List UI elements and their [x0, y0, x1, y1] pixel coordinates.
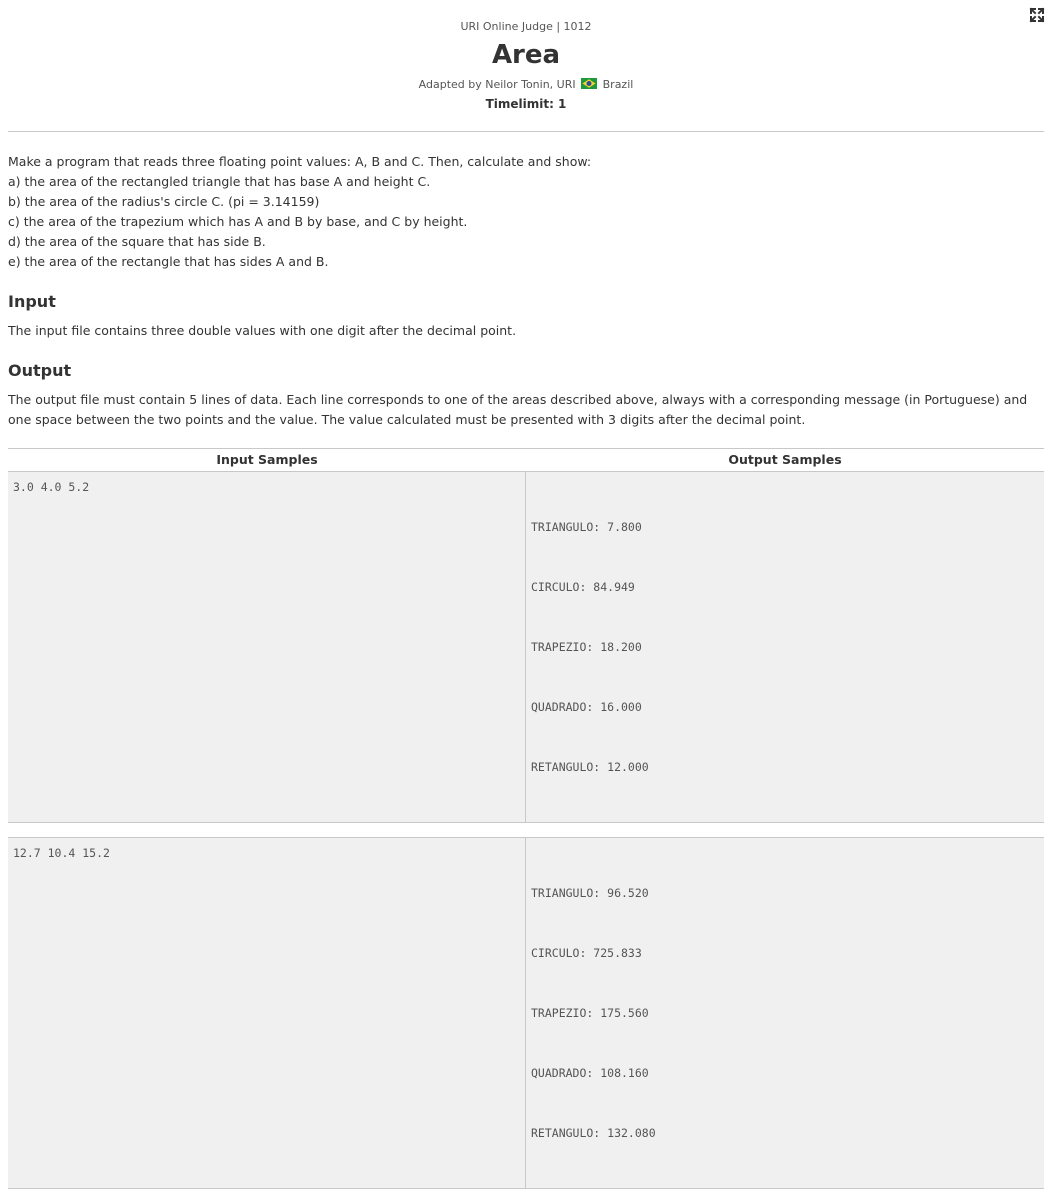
- output-samples-header: Output Samples: [728, 452, 842, 467]
- sample-output-line: RETANGULO: 132.080: [531, 1126, 656, 1140]
- sample-output-line: RETANGULO: 12.000: [531, 760, 649, 774]
- sample-output: TRIANGULO: 96.520 CIRCULO: 725.833 TRAPE…: [526, 838, 1044, 1188]
- description-line: e) the area of the rectangle that has si…: [8, 254, 329, 269]
- sample-input: 12.7 10.4 15.2: [8, 838, 526, 1188]
- author-text: Adapted by Neilor Tonin, URI: [418, 78, 576, 91]
- input-section-text: The input file contains three double val…: [8, 323, 517, 338]
- sample-output-line: CIRCULO: 84.949: [531, 580, 635, 594]
- fullscreen-button[interactable]: [1029, 7, 1045, 23]
- sample-spacer: [8, 823, 1044, 837]
- sample-output-line: TRAPEZIO: 175.560: [531, 1006, 649, 1020]
- country-text: Brazil: [602, 78, 634, 91]
- input-samples-header: Input Samples: [216, 452, 318, 467]
- sample-output-line: TRAPEZIO: 18.200: [531, 640, 642, 654]
- samples-table: Input Samples Output Samples 3.0 4.0 5.2…: [8, 448, 1044, 1189]
- problem-header: URI Online Judge | 1012 Area Adapted by …: [0, 0, 1052, 112]
- sample-row: 12.7 10.4 15.2 TRIANGULO: 96.520 CIRCULO…: [8, 837, 1044, 1189]
- samples-header-row: Input Samples Output Samples: [8, 449, 1044, 471]
- description-line: a) the area of the rectangled triangle t…: [8, 174, 431, 189]
- problem-content: Make a program that reads three floating…: [8, 152, 1044, 430]
- description-line: Make a program that reads three floating…: [8, 154, 592, 169]
- author-line: Adapted by Neilor Tonin, URI Brazil: [0, 77, 1052, 93]
- sample-output-line: QUADRADO: 16.000: [531, 700, 642, 714]
- description-line: b) the area of the radius's circle C. (p…: [8, 194, 320, 209]
- judge-line: URI Online Judge | 1012: [460, 20, 592, 33]
- description-line: c) the area of the trapezium which has A…: [8, 214, 468, 229]
- sample-input: 3.0 4.0 5.2: [8, 472, 526, 822]
- expand-arrows-icon: [1029, 7, 1045, 23]
- brazil-flag-icon: [581, 78, 598, 89]
- sample-output-line: TRIANGULO: 7.800: [531, 520, 642, 534]
- page-title: Area: [491, 40, 561, 70]
- sample-output: TRIANGULO: 7.800 CIRCULO: 84.949 TRAPEZI…: [526, 472, 1044, 822]
- output-section-title: Output: [8, 361, 72, 380]
- description: Make a program that reads three floating…: [8, 152, 1044, 272]
- header-divider: [8, 131, 1044, 132]
- sample-output-line: TRIANGULO: 96.520: [531, 886, 649, 900]
- sample-row: 3.0 4.0 5.2 TRIANGULO: 7.800 CIRCULO: 84…: [8, 471, 1044, 823]
- timelimit: Timelimit: 1: [485, 97, 567, 111]
- description-line: d) the area of the square that has side …: [8, 234, 266, 249]
- sample-output-line: QUADRADO: 108.160: [531, 1066, 649, 1080]
- sample-output-line: CIRCULO: 725.833: [531, 946, 642, 960]
- input-section-title: Input: [8, 292, 56, 311]
- output-section-text: The output file must contain 5 lines of …: [8, 392, 1028, 427]
